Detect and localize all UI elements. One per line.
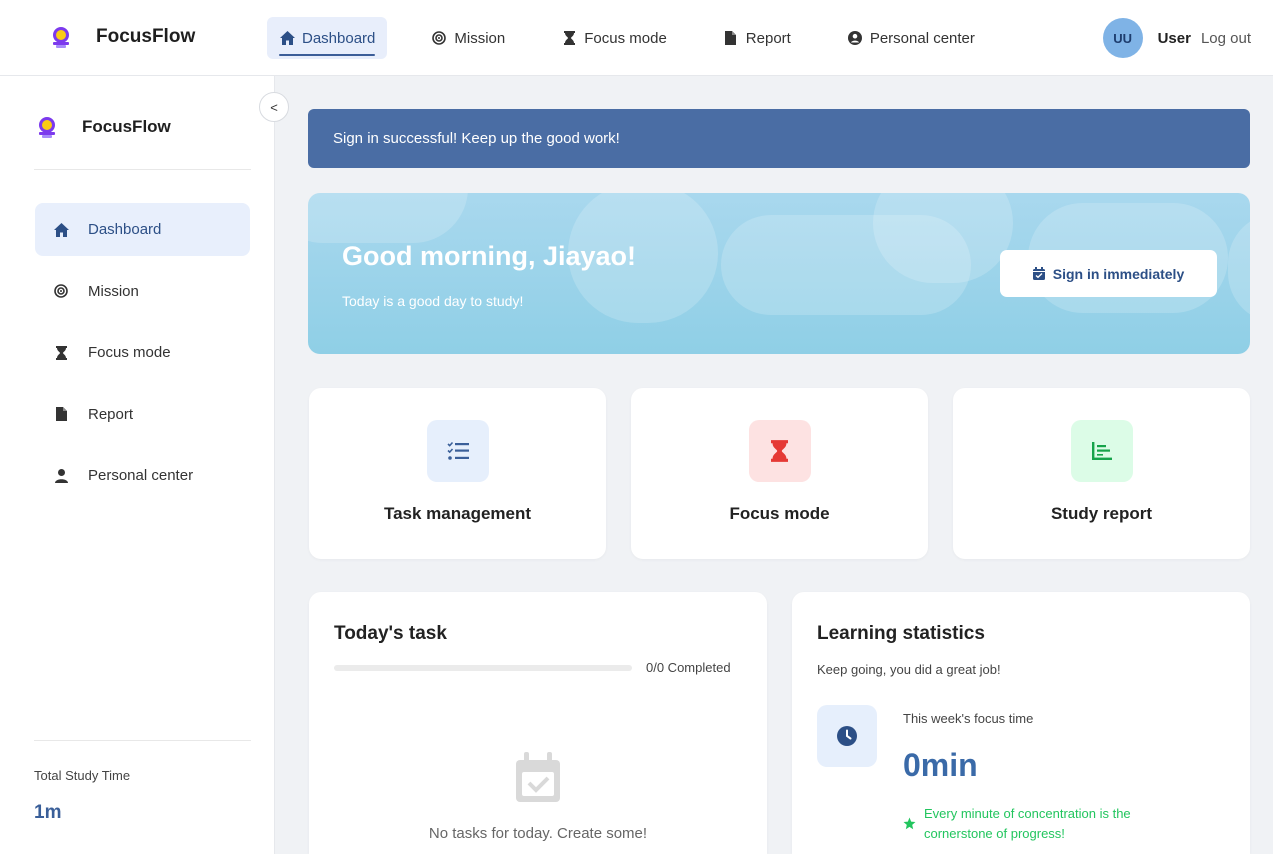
hourglass-icon: [561, 30, 577, 46]
learning-statistics-panel: Learning statistics Keep going, you did …: [792, 592, 1250, 854]
sidebar-item-focus-mode[interactable]: Focus mode: [35, 326, 250, 379]
chart-icon: [1070, 420, 1133, 482]
sidebar-item-label: Dashboard: [88, 221, 162, 238]
sidebar-item-mission[interactable]: Mission: [35, 265, 250, 318]
logout-link[interactable]: Log out: [1201, 30, 1251, 47]
panel-title: Learning statistics: [817, 623, 985, 644]
decor-bubble: [1228, 213, 1250, 323]
user-area: UU User Log out: [1102, 18, 1251, 58]
app-logo-icon: [48, 24, 74, 50]
task-progress-bar: [334, 665, 632, 671]
hourglass-icon: [53, 345, 69, 361]
total-study-time-value: 1m: [34, 802, 62, 823]
motivation-text: Every minute of concentration is the cor…: [903, 804, 1173, 844]
clock-icon: [817, 705, 877, 767]
alert-message: Sign in successful! Keep up the good wor…: [333, 130, 620, 147]
user-icon: [53, 468, 69, 484]
sidebar: FocusFlow Dashboard Mission Focus mode R…: [0, 76, 275, 854]
file-icon: [723, 30, 739, 46]
greeting-subtitle: Today is a good day to study!: [342, 293, 524, 309]
welcome-banner: Good morning, Jiayao! Today is a good da…: [308, 193, 1250, 354]
card-label: Task management: [383, 504, 532, 523]
nav-label: Dashboard: [302, 29, 376, 47]
nav-item-mission[interactable]: Mission: [419, 17, 517, 59]
sidebar-item-label: Mission: [88, 282, 139, 300]
app-name: FocusFlow: [96, 26, 196, 47]
task-progress-text: 0/0 Completed: [646, 660, 731, 675]
focus-mode-card[interactable]: Focus mode: [631, 388, 928, 559]
sign-in-label: Sign in immediately: [1052, 265, 1185, 282]
card-label: Study report: [1050, 504, 1153, 523]
chevron-left-icon: <: [270, 99, 278, 115]
signin-success-alert: Sign in successful! Keep up the good wor…: [308, 109, 1250, 168]
user-circle-icon: [847, 30, 863, 46]
nav-item-focus-mode[interactable]: Focus mode: [549, 17, 679, 59]
sidebar-item-label: Focus mode: [88, 344, 171, 361]
home-icon: [53, 222, 69, 238]
top-navbar: FocusFlow Dashboard Mission Focus mode R…: [0, 0, 1273, 76]
sidebar-item-label: Report: [88, 405, 134, 423]
user-name[interactable]: User: [1158, 30, 1191, 47]
study-report-card[interactable]: Study report: [953, 388, 1250, 559]
motivation-label: Every minute of concentration is the cor…: [924, 806, 1131, 841]
target-icon: [431, 30, 447, 46]
decor-bubble: [308, 193, 468, 243]
nav-label: Personal center: [869, 29, 975, 47]
nav-item-dashboard[interactable]: Dashboard: [267, 17, 388, 59]
card-label: Focus mode: [729, 504, 830, 523]
sidebar-item-report[interactable]: Report: [35, 388, 250, 441]
focus-time-value: 0min: [903, 747, 978, 783]
hourglass-icon: [748, 420, 811, 482]
greeting-title: Good morning, Jiayao!: [342, 241, 637, 271]
sidebar-divider: [34, 740, 251, 741]
todays-task-panel: Today's task 0/0 Completed No tasks for …: [309, 592, 767, 854]
app-logo-icon: [34, 114, 60, 140]
sidebar-item-label: Personal center: [88, 467, 194, 484]
focus-time-label: This week's focus time: [903, 711, 1034, 726]
stats-subtitle: Keep going, you did a great job!: [817, 662, 1001, 677]
brand[interactable]: FocusFlow: [48, 24, 195, 50]
nav-label: Report: [745, 29, 791, 47]
sidebar-menu: Dashboard Mission Focus mode Report Pers…: [35, 203, 250, 511]
sign-in-button[interactable]: Sign in immediately: [1000, 250, 1217, 297]
checklist-icon: [426, 420, 489, 482]
task-management-card[interactable]: Task management: [309, 388, 606, 559]
total-study-time-label: Total Study Time: [34, 768, 131, 783]
nav-item-report[interactable]: Report: [711, 17, 803, 59]
main-nav: Dashboard Mission Focus mode Report Pers…: [267, 17, 1019, 59]
sidebar-item-dashboard[interactable]: Dashboard: [35, 203, 250, 256]
home-icon: [279, 30, 295, 46]
sidebar-app-name: FocusFlow: [82, 117, 171, 136]
sidebar-item-personal-center[interactable]: Personal center: [35, 449, 250, 502]
sidebar-divider: [34, 169, 251, 170]
sidebar-collapse-button[interactable]: <: [259, 92, 289, 122]
file-icon: [53, 406, 69, 422]
calendar-empty-icon: [514, 752, 562, 804]
avatar[interactable]: UU: [1102, 18, 1143, 58]
calendar-check-icon: [1032, 267, 1045, 280]
nav-item-personal-center[interactable]: Personal center: [835, 17, 987, 59]
empty-tasks-text: No tasks for today. Create some!: [428, 825, 648, 842]
target-icon: [53, 283, 69, 299]
panel-title: Today's task: [334, 623, 447, 644]
nav-label: Mission: [454, 29, 506, 47]
star-icon: [903, 817, 916, 830]
nav-label: Focus mode: [584, 29, 667, 47]
sidebar-brand[interactable]: FocusFlow: [34, 114, 171, 140]
